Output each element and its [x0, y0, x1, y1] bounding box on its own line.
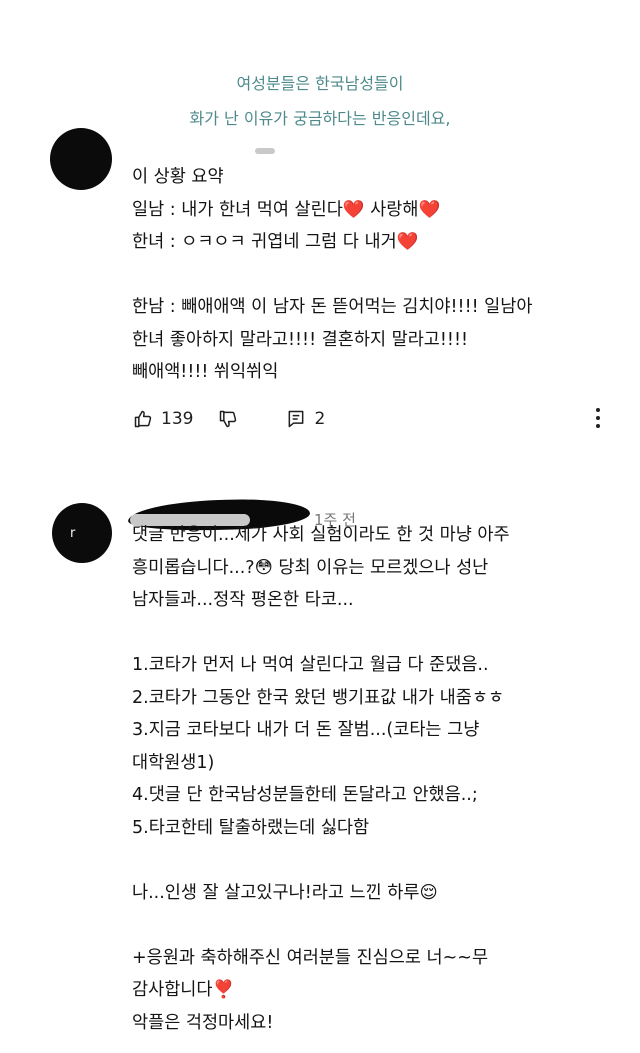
caption-line-1: 여성분들은 한국남성들이 — [236, 74, 404, 93]
avatar[interactable] — [50, 128, 112, 190]
comment-body: 이 상황 요약 일남 : 내가 한녀 먹여 살린다❤️ 사랑해❤️ 한녀 : ㅇ… — [132, 167, 533, 382]
like-button[interactable]: 139 — [133, 409, 218, 429]
thumbs-down-icon — [220, 410, 237, 428]
more-vertical-icon[interactable] — [588, 404, 608, 432]
post-caption: 여성분들은 한국남성들이 화가 난 이유가 궁금하다는 반응인데요, — [0, 66, 640, 136]
reply-button[interactable]: 2 — [286, 409, 325, 429]
redacted-username — [255, 148, 275, 154]
like-count: 139 — [161, 409, 194, 429]
dislike-button[interactable] — [218, 409, 238, 429]
avatar-mark: r — [70, 526, 76, 541]
caption-line-2: 화가 난 이유가 궁금하다는 반응인데요, — [189, 109, 451, 128]
comment-icon — [289, 410, 304, 428]
reply-count: 2 — [314, 409, 326, 429]
comment-actions: 139 2 — [133, 404, 613, 434]
avatar[interactable] — [52, 503, 112, 563]
comment-body: 댓글 반응이...제가 사회 실험이라도 한 것 마냥 아주 흥미롭습니다...… — [132, 525, 510, 1033]
thumbs-up-icon — [134, 410, 152, 428]
